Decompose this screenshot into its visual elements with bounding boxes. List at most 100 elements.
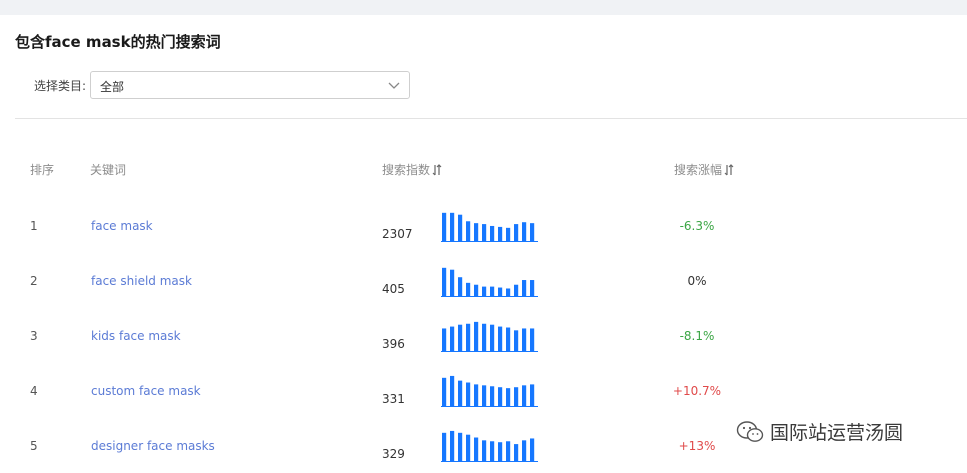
sparkline-bar	[442, 432, 447, 461]
trend-sparkline	[441, 375, 538, 407]
category-filter-label: 选择类目:	[34, 79, 87, 93]
sparkline-bar	[530, 280, 535, 296]
page-title: 包含face mask的热门搜索词	[15, 33, 221, 51]
header-search-change-label: 搜索涨幅	[674, 163, 723, 177]
header-rank: 排序	[30, 163, 55, 177]
category-select[interactable]: 全部	[90, 71, 410, 99]
sparkline-bar	[474, 437, 479, 461]
rank-cell: 3	[30, 329, 38, 343]
search-index-value: 405	[382, 282, 405, 296]
sparkline-bar	[450, 430, 455, 461]
sparkline-bar	[466, 323, 471, 351]
keyword-link[interactable]: designer face masks	[91, 439, 215, 453]
header-search-change[interactable]: 搜索涨幅	[674, 161, 734, 178]
search-index-value: 329	[382, 447, 405, 461]
table-row: 3 kids face mask 396 -8.1%	[0, 320, 967, 375]
sparkline-bar	[530, 438, 535, 461]
rank-cell: 4	[30, 384, 38, 398]
sparkline-bar	[522, 222, 527, 241]
sparkline-bar	[474, 321, 479, 351]
sparkline-bar	[506, 388, 511, 406]
trend-sparkline	[441, 267, 538, 297]
header-search-index-label: 搜索指数	[382, 163, 431, 177]
table-row: 2 face shield mask 405 0%	[0, 265, 967, 320]
sort-icon[interactable]	[724, 164, 734, 176]
sparkline-bar	[530, 328, 535, 351]
sparkline-bar	[498, 226, 503, 241]
sparkline-bar	[450, 269, 455, 296]
search-change-value: -8.1%	[679, 329, 715, 343]
sparkline-bar	[514, 330, 519, 351]
keyword-link[interactable]: face mask	[91, 219, 153, 233]
sparkline-bar	[450, 375, 455, 406]
sparkline-bar	[458, 380, 463, 406]
sparkline-bar	[490, 225, 495, 241]
rank-cell: 2	[30, 274, 38, 288]
sparkline-bar	[522, 328, 527, 351]
category-select-value: 全部	[100, 80, 125, 94]
search-change-value: 0%	[687, 274, 707, 288]
sparkline-bar	[522, 385, 527, 406]
keyword-link[interactable]: face shield mask	[91, 274, 192, 288]
sparkline-bar	[482, 385, 487, 406]
sparkline-bar	[450, 326, 455, 351]
sparkline-bar	[506, 288, 511, 296]
sparkline-bar	[498, 287, 503, 296]
sparkline-bar	[530, 384, 535, 406]
sparkline-bar	[490, 286, 495, 296]
sparkline-bar	[442, 267, 447, 296]
sparkline-bar	[506, 227, 511, 241]
sort-icon[interactable]	[432, 164, 442, 176]
hot-search-panel: 包含face mask的热门搜索词 选择类目: 全部 排序 关键词 搜索指数 搜…	[0, 15, 967, 473]
sparkline-bar	[442, 328, 447, 351]
sparkline-bar	[506, 441, 511, 461]
rank-cell: 5	[30, 439, 38, 453]
sparkline-bar	[474, 284, 479, 296]
wechat-icon	[736, 420, 764, 442]
sparkline-bar	[474, 223, 479, 241]
search-index-value: 2307	[382, 227, 413, 241]
sparkline-bar	[466, 221, 471, 241]
trend-sparkline	[441, 321, 538, 352]
header-keyword: 关键词	[90, 163, 127, 177]
sparkline-bar	[482, 286, 487, 296]
rank-cell: 1	[30, 219, 38, 233]
sparkline-bar	[482, 224, 487, 241]
sparkline-bar	[466, 434, 471, 461]
search-change-value: -6.3%	[679, 219, 715, 233]
search-index-value: 396	[382, 337, 405, 351]
sparkline-bar	[466, 382, 471, 406]
header-search-index[interactable]: 搜索指数	[382, 161, 442, 178]
sparkline-bar	[498, 387, 503, 406]
keyword-link[interactable]: kids face mask	[91, 329, 181, 343]
sparkline-bar	[522, 440, 527, 461]
sparkline-bar	[490, 324, 495, 351]
sparkline-bar	[522, 280, 527, 296]
watermark: 国际站运营汤圆	[736, 418, 903, 445]
sparkline-bar	[466, 282, 471, 296]
sparkline-bar	[482, 440, 487, 461]
sparkline-bar	[506, 327, 511, 351]
table-row: 1 face mask 2307 -6.3%	[0, 210, 967, 265]
sparkline-bar	[458, 214, 463, 241]
sparkline-bar	[530, 223, 535, 241]
chevron-down-icon	[388, 82, 400, 89]
sparkline-bar	[442, 212, 447, 241]
sparkline-bar	[498, 442, 503, 461]
sparkline-bar	[458, 324, 463, 351]
keyword-link[interactable]: custom face mask	[91, 384, 201, 398]
sparkline-bar	[450, 212, 455, 241]
divider	[15, 118, 967, 119]
search-change-value: +13%	[678, 439, 716, 453]
sparkline-bar	[490, 441, 495, 461]
sparkline-bar	[458, 432, 463, 461]
sparkline-bar	[514, 224, 519, 241]
watermark-text: 国际站运营汤圆	[770, 422, 904, 444]
sparkline-bar	[514, 444, 519, 461]
search-change-value: +10.7%	[672, 384, 722, 398]
sparkline-bar	[498, 326, 503, 351]
sparkline-bar	[514, 284, 519, 296]
sparkline-bar	[474, 384, 479, 406]
sparkline-bar	[458, 277, 463, 296]
sparkline-bar	[482, 323, 487, 351]
